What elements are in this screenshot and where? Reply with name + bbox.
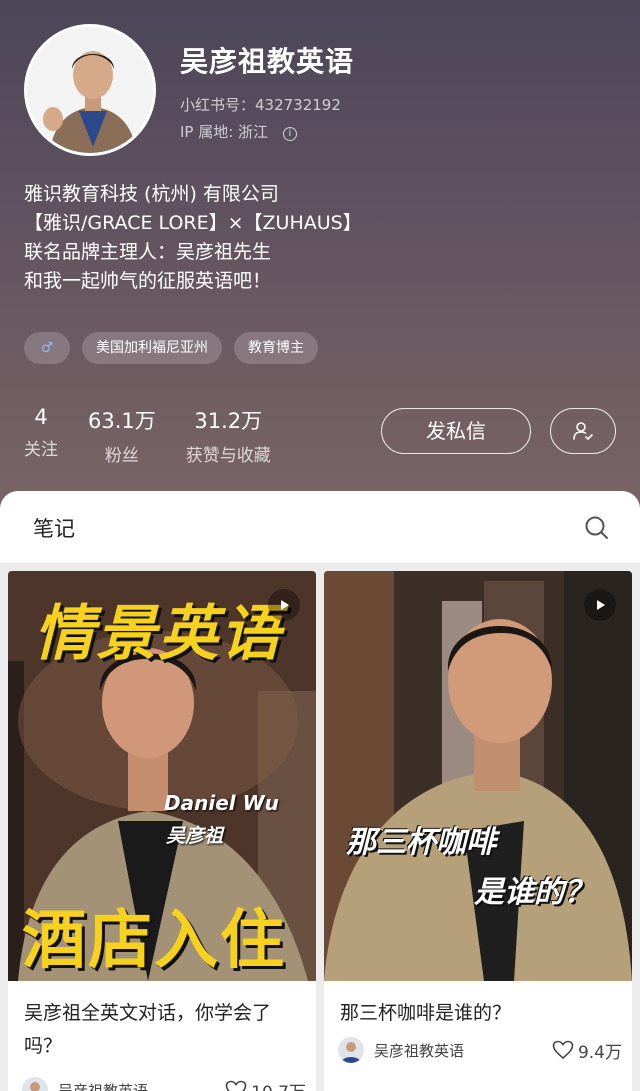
bio-line: 雅识教育科技 (杭州) 有限公司: [24, 183, 279, 205]
note-title[interactable]: 吴彦祖全英文对话，你学会了吗？: [24, 997, 304, 1063]
follow-button[interactable]: [550, 408, 616, 454]
cover-name-cn: 吴彦祖: [166, 825, 224, 847]
heart-icon: [552, 1040, 574, 1060]
cover-title-line1: 那三杯咖啡: [346, 825, 496, 860]
profile-stats: 4 关注 63.1万 粉丝 31.2万 获赞与收藏: [24, 405, 301, 466]
profile-avatar[interactable]: [24, 24, 156, 156]
search-button[interactable]: [584, 515, 610, 541]
play-icon: [597, 600, 605, 610]
note-cover-image[interactable]: 情景英语 Daniel Wu 吴彦祖 酒店入住: [8, 571, 316, 981]
like-count-text: 9.4万: [577, 1042, 622, 1063]
profile-tags: ♂ 美国加利福尼亚州 教育博主: [24, 332, 318, 364]
profile-bio: 雅识教育科技 (杭州) 有限公司 【雅识/GRACE LORE】×【ZUHAUS…: [24, 180, 362, 296]
stat-followers-count: 63.1万: [88, 409, 156, 433]
cover-name-en: Daniel Wu: [164, 791, 279, 815]
stat-followers[interactable]: 63.1万 粉丝: [88, 405, 156, 466]
profile-name: 吴彦祖教英语: [180, 45, 355, 78]
bio-line: 【雅识/GRACE LORE】×【ZUHAUS】: [24, 212, 362, 234]
like-count[interactable]: 10.7万: [225, 1078, 306, 1091]
video-badge: [268, 589, 300, 621]
user-id: 小红书号：432732192: [180, 96, 341, 114]
info-icon[interactable]: i: [282, 127, 297, 141]
like-count[interactable]: 9.4万: [552, 1038, 622, 1063]
stat-likes-count: 31.2万: [194, 409, 263, 433]
cover-title-top: 情景英语: [34, 599, 282, 669]
cover-title-bottom: 酒店入住: [22, 904, 286, 978]
stat-likes-collects[interactable]: 31.2万 获赞与收藏: [186, 405, 271, 466]
author-name[interactable]: 吴彦祖教英语: [58, 1080, 225, 1091]
note-meta: 吴彦祖教英语 9.4万: [338, 1037, 622, 1063]
heart-icon: [225, 1080, 247, 1091]
ip-location: IP 属地: 浙江 i: [180, 121, 297, 142]
stat-following-count: 4: [34, 405, 48, 429]
author-avatar[interactable]: [338, 1037, 364, 1063]
location-tag[interactable]: 美国加利福尼亚州: [82, 332, 222, 364]
notes-panel: 笔记 情景英语 Daniel Wu 吴彦祖 酒店入住 吴彦祖全英文对话，你学会了…: [0, 491, 640, 1091]
tab-bar: 笔记: [0, 491, 640, 563]
stat-following-label: 关注: [24, 440, 58, 460]
stat-following[interactable]: 4 关注: [24, 405, 58, 466]
note-card[interactable]: 那三杯咖啡 是谁的？ 那三杯咖啡是谁的？ 吴彦祖教英语 9.4万: [324, 571, 632, 1091]
note-cover-image[interactable]: 那三杯咖啡 是谁的？: [324, 571, 632, 981]
author-name[interactable]: 吴彦祖教英语: [374, 1040, 552, 1061]
author-avatar[interactable]: [22, 1077, 48, 1091]
play-icon: [281, 600, 289, 610]
note-meta: 吴彦祖教英语 10.7万: [22, 1077, 306, 1091]
like-count-text: 10.7万: [251, 1078, 306, 1091]
message-button[interactable]: 发私信: [381, 408, 531, 454]
profile-header: 吴彦祖教英语 小红书号：432732192 IP 属地: 浙江 i 雅识教育科技…: [0, 0, 640, 520]
gender-tag: ♂: [24, 332, 70, 364]
bio-line: 和我一起帅气的征服英语吧！: [24, 270, 272, 292]
search-icon: [585, 516, 608, 539]
stat-likes-label: 获赞与收藏: [185, 446, 271, 466]
ip-location-text: IP 属地: 浙江: [180, 123, 269, 141]
user-check-icon: [573, 422, 593, 441]
note-card[interactable]: 情景英语 Daniel Wu 吴彦祖 酒店入住 吴彦祖全英文对话，你学会了吗？ …: [8, 571, 316, 1091]
note-title[interactable]: 那三杯咖啡是谁的？: [340, 997, 620, 1030]
bio-line: 联名品牌主理人：吴彦祖先生: [24, 241, 272, 263]
tab-notes[interactable]: 笔记: [33, 513, 75, 543]
video-badge: [584, 589, 616, 621]
cover-title-line2: 是谁的？: [474, 875, 594, 910]
male-icon: ♂: [40, 340, 54, 356]
category-tag[interactable]: 教育博主: [234, 332, 318, 364]
stat-followers-label: 粉丝: [104, 446, 139, 466]
